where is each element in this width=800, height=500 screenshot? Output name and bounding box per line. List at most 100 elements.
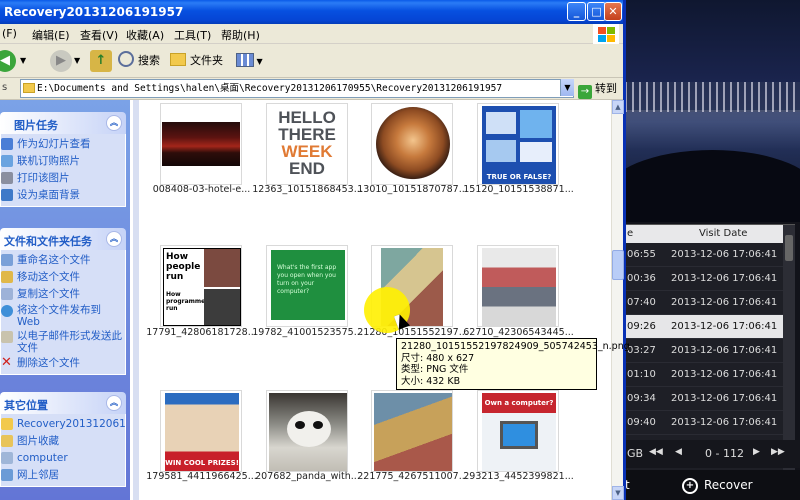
history-table: e Visit Date 06:55 2013-12-06 17:06:41 00:… (625, 224, 795, 470)
up-folder-icon[interactable]: ↑ (90, 50, 112, 72)
history-row[interactable]: 09:26 2013-12-06 17:06:41 (625, 315, 795, 339)
collapse-chevron-icon[interactable]: ︽ (106, 115, 122, 131)
tooltip-filesize: 大小: 432 KB (401, 375, 461, 387)
file-name-label[interactable]: 19782_41001523575... (250, 327, 365, 338)
task-email[interactable]: 以电子邮件形式发送此文件 (1, 329, 125, 355)
file-name-label[interactable]: 12363_10151868453... (250, 184, 365, 195)
file-thumbnail-tile[interactable] (160, 103, 242, 185)
menu-help[interactable]: 帮助(H) (221, 27, 260, 43)
menu-favorites[interactable]: 收藏(A) (126, 27, 164, 43)
task-rename[interactable]: 重命名这个文件 (1, 252, 125, 269)
file-name-label[interactable]: 293213_4452399821... (461, 471, 576, 482)
last-page-button[interactable]: ▶▶ (771, 447, 785, 457)
file-name-label[interactable]: 008408-03-hotel-e... (144, 184, 259, 195)
other-places-header[interactable]: 其它位置 ︽ (0, 392, 126, 414)
tooltip-dimensions: 尺寸: 480 x 627 (401, 352, 475, 364)
thumbnail-image (376, 107, 450, 181)
menu-file[interactable]: (F) (2, 27, 17, 40)
address-path: E:\Documents and Settings\halen\桌面\Recov… (37, 83, 503, 94)
history-row[interactable]: 03:27 2013-12-06 17:06:41 (625, 339, 795, 363)
file-name-label[interactable]: 62710_42306543445... (461, 327, 576, 338)
history-time: 09:26 (627, 321, 656, 332)
file-thumbnail-tile[interactable]: What's the first app you open when you t… (266, 245, 348, 327)
title-bar[interactable]: Recovery20131206191957 _ □ ✕ (0, 0, 623, 24)
history-scrollbar[interactable] (783, 225, 795, 470)
place-my-pictures[interactable]: 图片收藏 (1, 433, 125, 450)
history-visit-date: 2013-12-06 17:06:41 (671, 297, 778, 308)
file-thumbnail-tile[interactable]: Own a computer? (477, 390, 559, 472)
task-copy[interactable]: 复制这个文件 (1, 286, 125, 303)
task-move[interactable]: 移动这个文件 (1, 269, 125, 286)
window-title: Recovery20131206191957 (4, 5, 184, 19)
file-thumbnail-tile[interactable]: HELLO THERE WEEK END (266, 103, 348, 185)
back-icon[interactable]: ◀ (0, 50, 16, 72)
thumbnail-image (482, 248, 556, 326)
menu-view[interactable]: 查看(V) (80, 27, 118, 43)
forward-icon[interactable]: ▶ (50, 50, 72, 72)
col-header-visit-date[interactable]: Visit Date (699, 228, 747, 239)
file-thumbnail-tile[interactable] (371, 390, 453, 472)
place-recovery-folder[interactable]: Recovery2013120617C (1, 416, 125, 433)
history-row[interactable]: 01:10 2013-12-06 17:06:41 (625, 363, 795, 387)
task-order-prints[interactable]: 联机订购照片 (1, 153, 125, 170)
search-button[interactable]: 搜索 (118, 50, 160, 72)
scroll-down-icon[interactable]: ▼ (612, 486, 624, 500)
file-name-label[interactable]: 179581_4411966425... (144, 471, 259, 482)
task-print-picture[interactable]: 打印该图片 (1, 170, 125, 187)
history-row[interactable]: 07:40 2013-12-06 17:06:41 (625, 291, 795, 315)
pane-splitter[interactable] (133, 100, 139, 500)
other-places-title: 其它位置 (4, 399, 48, 412)
close-button[interactable]: ✕ (604, 2, 622, 21)
scroll-thumb[interactable] (612, 250, 624, 280)
vertical-scrollbar[interactable]: ▲ ▼ (611, 100, 624, 500)
minimize-button[interactable]: _ (567, 2, 586, 21)
address-input[interactable]: E:\Documents and Settings\halen\桌面\Recov… (20, 79, 574, 98)
picture-tasks-title: 图片任务 (14, 119, 58, 132)
address-label-fragment: s (2, 82, 8, 93)
menu-tools[interactable]: 工具(T) (174, 27, 211, 43)
file-name-label[interactable]: 15120_10151538871... (461, 184, 576, 195)
task-delete[interactable]: ✕ 删除这个文件 (1, 355, 125, 372)
thumbnail-image: What's the first app you open when you t… (271, 250, 345, 320)
recover-button[interactable]: Recover (704, 478, 753, 492)
next-page-button[interactable]: ▶ (753, 447, 760, 457)
file-thumbnail-tile[interactable] (477, 245, 559, 327)
history-row[interactable]: 09:34 2013-12-06 17:06:41 (625, 387, 795, 411)
collapse-chevron-icon[interactable]: ︽ (106, 395, 122, 411)
address-dropdown-icon[interactable]: ▼ (560, 79, 574, 96)
prev-page-button[interactable]: ◀ (675, 447, 682, 457)
file-thumbnail-tile[interactable]: WIN COOL PRIZES! (160, 390, 242, 472)
file-thumbnail-tile[interactable]: TRUE OR FALSE? (477, 103, 559, 185)
file-thumbnail-tile[interactable] (371, 103, 453, 185)
file-name-label[interactable]: 21280_10151552197... (355, 327, 470, 338)
go-button[interactable]: → 转到 (578, 80, 617, 99)
file-name-label[interactable]: 17791_42806181728... (144, 327, 259, 338)
scroll-up-icon[interactable]: ▲ (612, 100, 624, 114)
file-name-label[interactable]: 207682_panda_with... (250, 471, 365, 482)
col-header-time[interactable]: e (627, 228, 633, 239)
history-row[interactable]: 00:36 2013-12-06 17:06:41 (625, 267, 795, 291)
file-tasks-header[interactable]: 文件和文件夹任务 ︽ (0, 228, 126, 250)
task-slideshow[interactable]: 作为幻灯片查看 (1, 136, 125, 153)
file-thumbnail-tile[interactable] (266, 390, 348, 472)
history-visit-date: 2013-12-06 17:06:41 (671, 249, 778, 260)
file-name-label[interactable]: 13010_10151870787... (355, 184, 470, 195)
file-thumbnail-tile[interactable]: How people run How programmer run (160, 245, 242, 327)
history-row[interactable]: 09:40 2013-12-06 17:06:41 (625, 411, 795, 435)
folder-icon (1, 418, 13, 430)
folders-button[interactable]: 文件夹 (170, 50, 223, 72)
history-row[interactable]: 06:55 2013-12-06 17:06:41 (625, 243, 795, 267)
file-name-label[interactable]: 221775_4267511007... (355, 471, 470, 482)
menu-edit[interactable]: 编辑(E) (32, 27, 70, 43)
picture-tasks-header[interactable]: 图片任务 ︽ (0, 112, 126, 134)
place-network[interactable]: 网上邻居 (1, 467, 125, 484)
back-dropdown-icon[interactable]: ▼ (20, 50, 26, 72)
place-computer[interactable]: computer (1, 450, 125, 467)
first-page-button[interactable]: ◀◀ (649, 447, 663, 457)
collapse-chevron-icon[interactable]: ︽ (106, 231, 122, 247)
task-publish-web[interactable]: 将这个文件发布到 Web (1, 303, 125, 329)
task-set-background[interactable]: 设为桌面背景 (1, 187, 125, 204)
forward-dropdown-icon[interactable]: ▼ (74, 50, 80, 72)
menu-bar: (F) 编辑(E) 查看(V) 收藏(A) 工具(T) 帮助(H) (0, 24, 623, 44)
views-button[interactable]: ▼ (236, 50, 263, 72)
